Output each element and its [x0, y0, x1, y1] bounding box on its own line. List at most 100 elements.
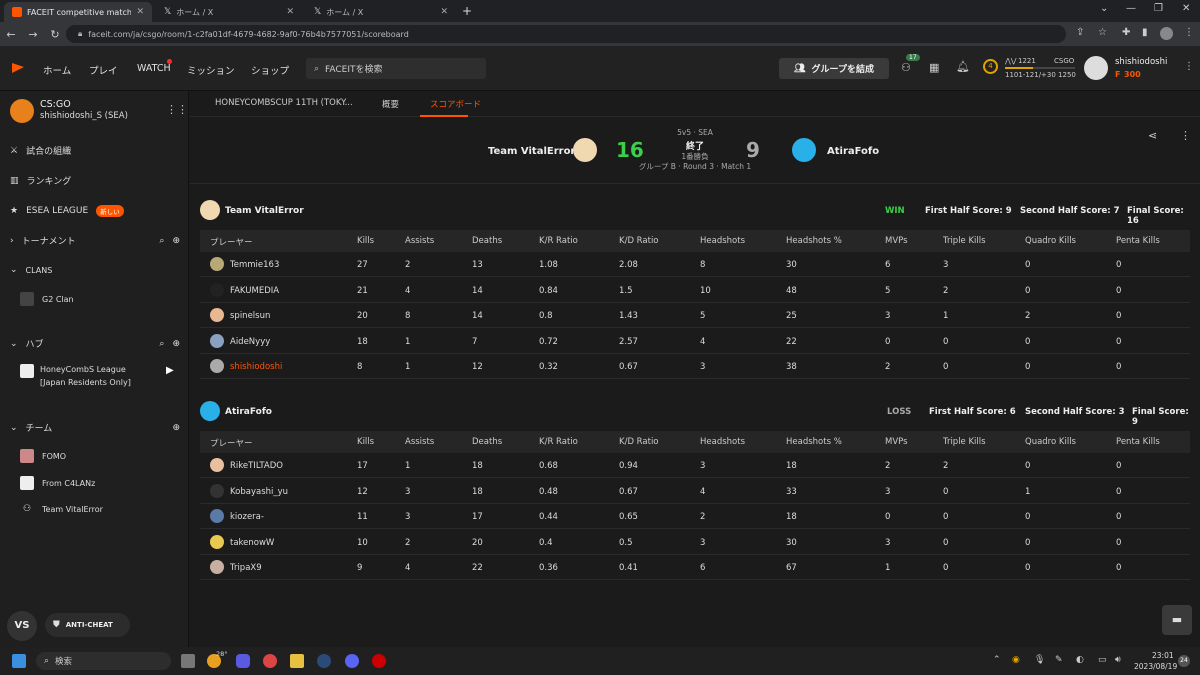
- csgo-game-icon[interactable]: [10, 99, 34, 123]
- column-header[interactable]: K/R Ratio: [539, 437, 578, 447]
- player-row[interactable]: shishiodoshi 8 1 12 0.32 0.67 3 38 2 0 0 0: [200, 354, 1190, 380]
- faceit-logo-icon[interactable]: [12, 63, 24, 73]
- player-row[interactable]: kiozera- 11 3 17 0.44 0.65 2 18 0 0 0 0: [200, 504, 1190, 530]
- column-header[interactable]: K/D Ratio: [619, 437, 659, 447]
- sidebar-section-teams[interactable]: ⌄ チーム ⊕: [10, 421, 180, 435]
- tab-scoreboard[interactable]: スコアボード: [430, 98, 481, 110]
- faceit-ac-icon[interactable]: [372, 654, 386, 668]
- team1-avatar[interactable]: [200, 200, 220, 220]
- player-avatar[interactable]: [210, 282, 224, 297]
- sidebar-item-organize[interactable]: ⚔ 試合の組織: [10, 144, 71, 158]
- menu-kebab-icon[interactable]: ⋮: [1184, 27, 1194, 38]
- column-header[interactable]: K/D Ratio: [619, 236, 659, 246]
- player-row[interactable]: Kobayashi_yu 12 3 18 0.48 0.67 4 33 3 0 1 0: [200, 479, 1190, 504]
- column-header[interactable]: Assists: [405, 236, 434, 246]
- player-row[interactable]: RikeTILTADO 17 1 18 0.68 0.94 3 18 2 2 0 0: [200, 453, 1190, 478]
- tray-app-icon[interactable]: ◉: [1012, 655, 1020, 665]
- teams-chat-icon[interactable]: [236, 654, 250, 668]
- add-circle-icon[interactable]: ⊕: [172, 423, 180, 433]
- player-avatar[interactable]: [210, 257, 224, 271]
- player-avatar[interactable]: [210, 458, 224, 472]
- team2-name[interactable]: AtiraFofo: [827, 146, 879, 157]
- nav-missions[interactable]: ミッション: [187, 63, 235, 77]
- clock-time[interactable]: 23:01: [1152, 651, 1174, 660]
- column-header[interactable]: プレーヤー: [210, 236, 253, 248]
- column-header[interactable]: Headshots %: [786, 236, 842, 246]
- user-avatar[interactable]: [1084, 56, 1108, 80]
- player-name[interactable]: spinelsun: [230, 311, 270, 321]
- player-row[interactable]: AideNyyy 18 1 7 0.72 2.57 4 22 0 0 0 0: [200, 329, 1190, 354]
- windows-start-icon[interactable]: [12, 654, 26, 668]
- profile-avatar[interactable]: [1160, 27, 1173, 40]
- player-name[interactable]: RikeTILTADO: [230, 461, 283, 471]
- nav-watch[interactable]: WATCH: [137, 63, 171, 74]
- clock-date[interactable]: 2023/08/19: [1134, 662, 1177, 671]
- player-name[interactable]: Kobayashi_yu: [230, 487, 288, 497]
- bookmark-star-icon[interactable]: ☆: [1098, 27, 1107, 38]
- add-circle-icon[interactable]: ⊕: [172, 339, 180, 349]
- minimize-icon[interactable]: —: [1126, 3, 1136, 14]
- close-tab-icon[interactable]: ✕: [286, 7, 294, 17]
- player-avatar[interactable]: [210, 483, 224, 498]
- reload-icon[interactable]: ↻: [44, 28, 66, 41]
- volume-icon[interactable]: 🔊︎: [1115, 655, 1121, 665]
- nav-shop[interactable]: ショップ: [251, 63, 289, 77]
- sidebar-item-tournaments[interactable]: › トーナメント ⌕ ⊕: [10, 234, 180, 248]
- task-view-icon[interactable]: [181, 654, 195, 668]
- play-icon[interactable]: ▶: [166, 365, 174, 376]
- column-header[interactable]: MVPs: [885, 236, 908, 246]
- forward-icon[interactable]: →: [22, 28, 44, 41]
- column-header[interactable]: Deaths: [472, 236, 502, 246]
- player-row[interactable]: takenowW 10 2 20 0.4 0.5 3 30 3 0 0 0: [200, 530, 1190, 555]
- search-icon[interactable]: ⌕: [159, 339, 164, 349]
- sidebar-item-team-fomo[interactable]: FOMO: [20, 449, 66, 463]
- player-avatar[interactable]: [210, 333, 224, 348]
- microphone-icon[interactable]: 🎙︎: [1034, 655, 1045, 665]
- column-header[interactable]: Triple Kills: [943, 236, 986, 246]
- close-tab-icon[interactable]: ✕: [136, 7, 144, 17]
- url-field[interactable]: 🔒︎ faceit.com/ja/csgo/room/1-c2fa01df-46…: [66, 25, 1066, 43]
- window-close-icon[interactable]: ✕: [1182, 3, 1190, 14]
- column-header[interactable]: Headshots: [700, 236, 745, 246]
- column-header[interactable]: Penta Kills: [1116, 236, 1160, 246]
- add-circle-icon[interactable]: ⊕: [172, 236, 180, 246]
- player-name[interactable]: takenowW: [230, 538, 274, 548]
- player-name[interactable]: TripaX9: [230, 563, 262, 573]
- player-avatar[interactable]: [210, 359, 224, 374]
- player-avatar[interactable]: [210, 308, 224, 323]
- close-tab-icon[interactable]: ✕: [440, 7, 448, 17]
- nav-play[interactable]: プレイ: [89, 63, 118, 77]
- notifications-bell-icon[interactable]: 🔔︎: [956, 60, 970, 73]
- player-row[interactable]: Temmie163 27 2 13 1.08 2.08 8 30 6 3 0 0: [200, 252, 1190, 277]
- taskbar-search[interactable]: ⌕ 検索: [36, 652, 171, 670]
- team2-logo[interactable]: [792, 138, 816, 162]
- player-avatar[interactable]: [210, 560, 224, 575]
- discord-icon[interactable]: [345, 654, 359, 668]
- search-box[interactable]: ⌕ FACEITを検索: [306, 58, 486, 79]
- sidebar-item-honeycombs-hub[interactable]: HoneyCombS League [Japan Residents Only]…: [20, 362, 180, 392]
- column-header[interactable]: MVPs: [885, 437, 908, 447]
- network-icon[interactable]: ▭: [1098, 655, 1107, 665]
- team1-name[interactable]: Team VitalError: [488, 146, 575, 157]
- back-icon[interactable]: ←: [0, 28, 22, 41]
- share-icon[interactable]: ⋖: [1148, 129, 1157, 142]
- maximize-icon[interactable]: ❐: [1154, 3, 1163, 14]
- sidebar-section-clans[interactable]: ⌄ CLANS: [10, 265, 52, 275]
- column-header[interactable]: Penta Kills: [1116, 437, 1160, 447]
- column-header[interactable]: Kills: [357, 236, 374, 246]
- sidepanel-icon[interactable]: ▮: [1142, 27, 1148, 38]
- column-header[interactable]: Triple Kills: [943, 437, 986, 447]
- player-avatar[interactable]: [210, 534, 224, 549]
- notification-count[interactable]: 24: [1178, 655, 1190, 667]
- column-header[interactable]: Deaths: [472, 437, 502, 447]
- sidebar-item-ranking[interactable]: ▥ ランキング: [10, 174, 71, 188]
- browser-tab-faceit[interactable]: FACEIT competitive match - FACEIT ✕: [4, 2, 152, 22]
- nav-home[interactable]: ホーム: [43, 63, 71, 77]
- skill-level-badge[interactable]: 4: [983, 59, 998, 74]
- calendar-icon[interactable]: ▦: [929, 61, 939, 74]
- player-name[interactable]: kiozera-: [230, 512, 264, 522]
- vs-button[interactable]: VS: [7, 611, 37, 641]
- player-row[interactable]: TripaX9 9 4 22 0.36 0.41 6 67 1 0 0 0: [200, 555, 1190, 581]
- player-name[interactable]: shishiodoshi: [230, 362, 282, 372]
- chat-icon[interactable]: ▬: [1162, 605, 1192, 635]
